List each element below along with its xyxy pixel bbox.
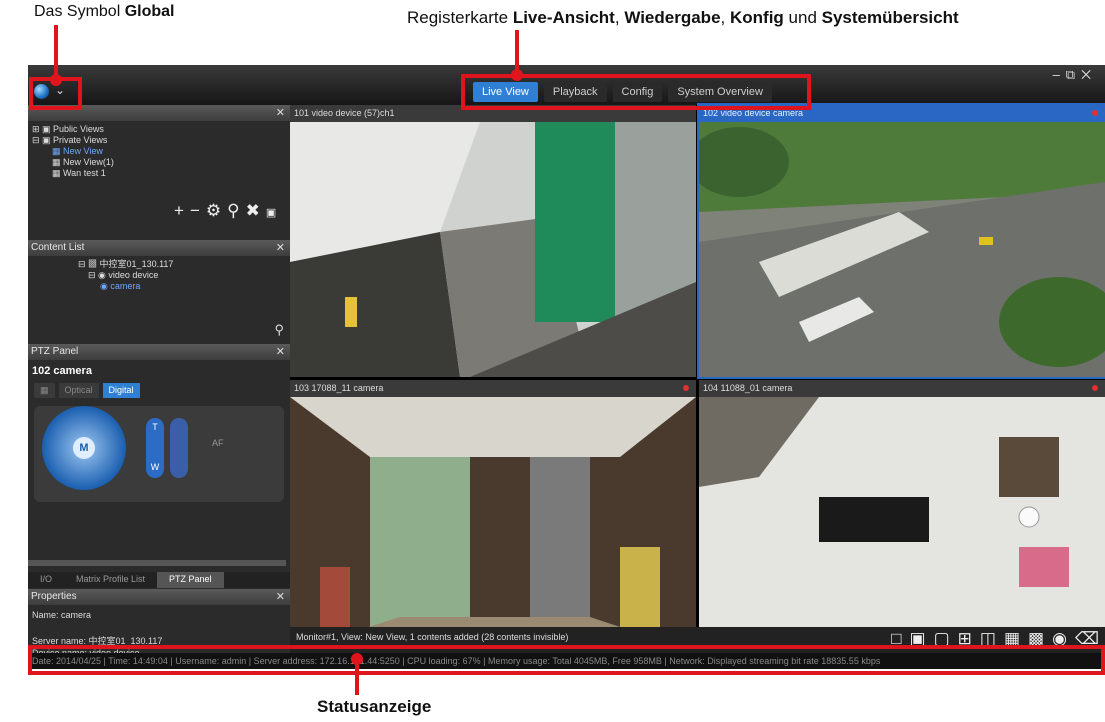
tab-matrix-profile-list[interactable]: Matrix Profile List [64, 572, 157, 588]
zoom-out-label: W [150, 462, 160, 472]
content-tree: ⊟ ▩ 中控室01_130.117 ⊟ ◉ video device ◉ cam… [28, 256, 290, 292]
close-icon[interactable]: ✕ [276, 589, 285, 605]
autofocus-button[interactable]: AF [212, 438, 224, 448]
content-list-panel: Content List ✕ ⊟ ▩ 中控室01_130.117 ⊟ ◉ vide… [28, 240, 290, 344]
add-icon[interactable]: + [174, 201, 190, 220]
annotation-global: Das Symbol Global [34, 3, 175, 20]
close-icon[interactable]: ✕ [1081, 67, 1097, 82]
view-panel: ✕ ⊞ ▣ Public Views ⊟ ▣ Private Views ▦ N… [28, 105, 290, 240]
tab-ptz-panel[interactable]: PTZ Panel [157, 572, 224, 588]
tree-item[interactable]: ⊟ ▩ 中控室01_130.117 [78, 259, 290, 270]
minimize-icon[interactable]: – [1053, 67, 1066, 82]
ptz-panel: PTZ Panel ✕ 102 camera ▦ Optical Digital … [28, 344, 290, 574]
gear-icon[interactable]: ⚙ [206, 201, 227, 220]
video-grid: 101 video device (57)ch1 102 video devic… [290, 103, 1105, 653]
ptz-controls: M TW AF [34, 406, 284, 502]
search-icon[interactable]: ⚲ [274, 322, 284, 338]
ptz-joystick[interactable]: M [42, 406, 126, 490]
tools-icon[interactable]: ✖ [246, 201, 266, 220]
record-indicator-icon [683, 385, 689, 391]
cell-header: 103 17088_11 camera [290, 380, 696, 397]
tree-item[interactable]: ⊞ ▣ Public Views [32, 124, 290, 135]
video-feed [699, 122, 1105, 377]
remove-icon[interactable]: − [190, 201, 206, 220]
properties-header: Properties ✕ [28, 589, 290, 605]
annotation-tabs: Registerkarte Live-Ansicht, Wiedergabe, … [407, 8, 959, 27]
app-window: ⌄ Live View Playback Config System Overv… [28, 65, 1105, 669]
tree-item[interactable]: ⊟ ◉ video device [78, 270, 290, 281]
zoom-control[interactable]: TW [146, 418, 164, 478]
ptz-camera-name: 102 camera [32, 365, 92, 377]
annotation-connector [355, 660, 359, 695]
video-cell-1[interactable]: 101 video device (57)ch1 [290, 105, 696, 377]
tab-optical[interactable]: Optical [58, 383, 99, 398]
annotation-box-status [28, 645, 1105, 675]
search-icon[interactable]: ⚲ [227, 201, 245, 220]
tab-io[interactable]: I/O [28, 572, 64, 588]
tree-item[interactable]: ▦ New View(1) [32, 157, 290, 168]
horizontal-scrollbar[interactable] [28, 560, 286, 566]
tree-item[interactable]: ▦ Wan test 1 [32, 168, 290, 179]
video-feed [290, 397, 696, 652]
zoom-in-label: T [152, 422, 158, 432]
left-panel: ✕ ⊞ ▣ Public Views ⊟ ▣ Private Views ▦ N… [28, 105, 290, 669]
video-feed [290, 122, 696, 377]
view-tree: ⊞ ▣ Public Views ⊟ ▣ Private Views ▦ New… [28, 121, 290, 179]
tab-digital[interactable]: Digital [102, 383, 140, 398]
left-bottom-tabs: I/O Matrix Profile List PTZ Panel [28, 572, 290, 588]
video-cell-4[interactable]: 104 11088_01 camera [699, 380, 1105, 652]
panel-title: PTZ Panel [31, 346, 79, 357]
ptz-mode-tabs: ▦ Optical Digital [34, 383, 290, 398]
tree-item[interactable]: ◉ camera [78, 281, 290, 292]
panel-title: Properties [31, 591, 77, 602]
cell-title: 103 17088_11 camera [294, 383, 384, 393]
monitor-info: Monitor#1, View: New View, 1 contents ad… [296, 632, 569, 642]
annotation-dot [351, 653, 363, 665]
focus-control[interactable] [170, 418, 188, 478]
video-feed [699, 397, 1105, 652]
annotation-box-global [29, 77, 82, 110]
record-indicator-icon [1092, 110, 1098, 116]
close-icon[interactable]: ✕ [276, 240, 285, 256]
panel-title: Content List [31, 242, 85, 253]
cell-title: 104 11088_01 camera [703, 383, 793, 393]
tree-item[interactable]: ▦ New View [32, 146, 290, 157]
tree-item[interactable]: ⊟ ▣ Private Views [32, 135, 290, 146]
annotation-status: Statusanzeige [317, 697, 432, 716]
ptz-panel-header: PTZ Panel ✕ [28, 344, 290, 360]
video-cell-2[interactable]: 102 video device camera [697, 103, 1105, 379]
window-controls: –⧉✕ [1053, 67, 1097, 83]
annotation-connector [54, 25, 58, 80]
export-icon[interactable]: ▣ [266, 207, 282, 219]
ptz-grid-button[interactable]: ▦ [34, 383, 55, 398]
prop-name: Name: camera [32, 610, 92, 620]
cell-header: 104 11088_01 camera [699, 380, 1105, 397]
record-indicator-icon [1092, 385, 1098, 391]
content-list-header: Content List ✕ [28, 240, 290, 256]
close-icon[interactable]: ✕ [276, 105, 285, 121]
view-toolbar: +−⚙⚲✖▣ [28, 201, 290, 221]
annotation-box-tabs [461, 74, 811, 110]
ptz-center-button[interactable]: M [73, 437, 95, 459]
close-icon[interactable]: ✕ [276, 344, 285, 360]
restore-icon[interactable]: ⧉ [1066, 67, 1081, 82]
video-cell-3[interactable]: 103 17088_11 camera [290, 380, 696, 652]
